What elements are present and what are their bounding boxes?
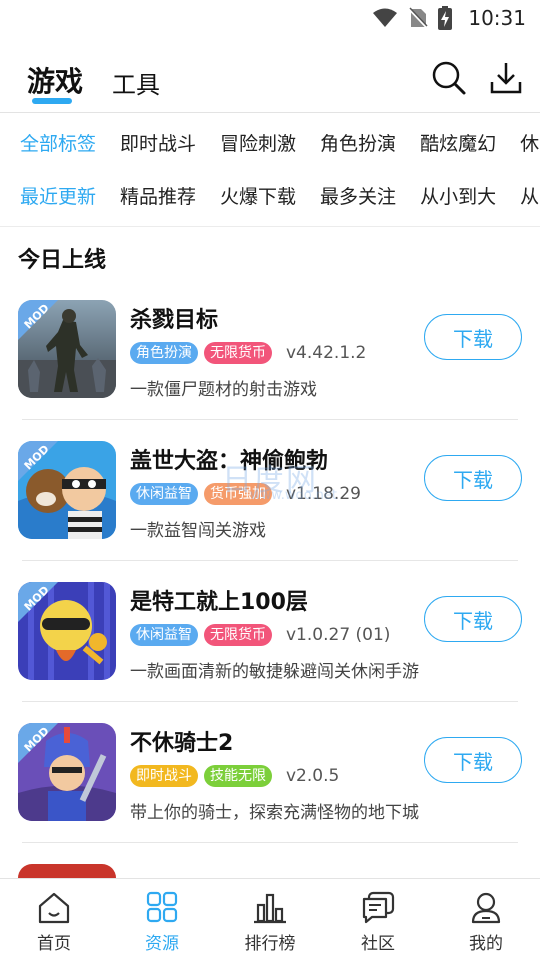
chip-hot-downloads[interactable]: 火爆下载 (220, 182, 296, 209)
home-icon (38, 892, 70, 924)
app-version: v4.42.1.2 (286, 343, 367, 363)
list-item[interactable]: MOD 是特工就上100层 休闲益智 无限货币 v1.0.27 (01) 一款画… (0, 582, 540, 723)
profile-icon (471, 892, 501, 924)
app-tags: 角色扮演 无限货币 v4.42.1.2 (130, 342, 366, 364)
status-time: 10:31 (468, 6, 526, 30)
tag-badge: 角色扮演 (130, 342, 198, 364)
tag-badge: 休闲益智 (130, 483, 198, 505)
list-item[interactable]: MOD 杀戮目标 角色扮演 无限货币 v4.42.1.2 一款僵尸题材的射击游戏… (0, 300, 540, 441)
item-divider (22, 701, 518, 702)
nav-resources[interactable]: 资源 (108, 879, 216, 960)
watermark-url: www.wdo.net (250, 488, 337, 503)
status-bar: 10:31 (0, 0, 540, 36)
item-divider (22, 419, 518, 420)
chip-recently-updated[interactable]: 最近更新 (20, 182, 96, 209)
no-sim-icon (408, 7, 429, 29)
section-title: 今日上线 (18, 248, 107, 273)
nav-label: 排行榜 (244, 934, 296, 954)
nav-home[interactable]: 首页 (0, 879, 108, 960)
tag-badge: 无限货币 (204, 342, 272, 364)
nav-profile[interactable]: 我的 (432, 879, 540, 960)
app-description: 一款僵尸题材的射击游戏 (130, 380, 317, 400)
chip-fantasy[interactable]: 酷炫魔幻 (420, 129, 496, 156)
header: 游戏 工具 (0, 52, 540, 110)
chip-recommended[interactable]: 精品推荐 (120, 182, 196, 209)
item-divider (22, 560, 518, 561)
app-name: 不休骑士2 (130, 731, 234, 756)
app-description: 带上你的骑士，探索充满怪物的地下城 (130, 803, 419, 823)
nav-ranking[interactable]: 排行榜 (216, 879, 324, 960)
chip-most-followed[interactable]: 最多关注 (320, 182, 396, 209)
tag-badge: 即时战斗 (130, 765, 198, 787)
ranking-icon (254, 893, 286, 924)
app-description: 一款画面清新的敏捷躲避闯关休闲手游 (130, 662, 419, 682)
app-tags: 即时战斗 技能无限 v2.0.5 (130, 765, 339, 787)
app-name: 杀戮目标 (130, 308, 219, 333)
download-icon[interactable] (488, 60, 524, 96)
battery-charging-icon (438, 6, 453, 30)
chip-all-tags[interactable]: 全部标签 (20, 129, 96, 156)
tag-badge: 无限货币 (204, 624, 272, 646)
grid-icon (146, 891, 178, 923)
download-button[interactable]: 下载 (424, 314, 522, 360)
list-item-partial[interactable] (0, 864, 540, 878)
chip-realtime-combat[interactable]: 即时战斗 (120, 129, 196, 156)
list-item[interactable]: MOD 不休骑士2 即时战斗 技能无限 v2.0.5 带上你的骑士，探索充满怪物… (0, 723, 540, 864)
community-icon (362, 891, 395, 924)
wifi-icon (372, 8, 398, 28)
tab-games[interactable]: 游戏 (27, 60, 83, 100)
app-description: 一款益智闯关游戏 (130, 521, 266, 541)
chip-casual-partial[interactable]: 休 (520, 129, 539, 156)
nav-label: 我的 (469, 934, 503, 954)
sort-filter-row: 最近更新 精品推荐 火爆下载 最多关注 从小到大从 (20, 182, 540, 209)
tab-tools[interactable]: 工具 (112, 65, 160, 100)
nav-label: 首页 (37, 934, 71, 954)
chip-small-to-large[interactable]: 从小到大 (420, 182, 496, 209)
search-icon[interactable] (431, 60, 467, 96)
nav-label: 社区 (361, 934, 395, 954)
tag-badge: 休闲益智 (130, 624, 198, 646)
app-version: v1.0.27 (01) (286, 625, 391, 645)
download-button[interactable]: 下载 (424, 455, 522, 501)
app-icon-partial (18, 864, 116, 878)
tag-badge: 技能无限 (204, 765, 272, 787)
app-name: 是特工就上100层 (130, 590, 308, 615)
chip-partial[interactable]: 从 (520, 182, 539, 209)
bottom-nav: 首页 资源 排行榜 社区 我的 (0, 878, 540, 960)
download-button[interactable]: 下载 (424, 737, 522, 783)
header-divider (0, 112, 540, 113)
chip-rpg[interactable]: 角色扮演 (320, 129, 396, 156)
item-divider (22, 842, 518, 843)
download-button[interactable]: 下载 (424, 596, 522, 642)
nav-community[interactable]: 社区 (324, 879, 432, 960)
app-tags: 休闲益智 无限货币 v1.0.27 (01) (130, 624, 390, 646)
category-filter-row: 全部标签 即时战斗 冒险刺激 角色扮演 酷炫魔幻休 (20, 129, 540, 156)
app-version: v2.0.5 (286, 766, 340, 786)
tab-indicator (32, 98, 72, 104)
chip-adventure[interactable]: 冒险刺激 (220, 129, 296, 156)
filter-divider (0, 226, 540, 227)
nav-label: 资源 (145, 934, 179, 954)
